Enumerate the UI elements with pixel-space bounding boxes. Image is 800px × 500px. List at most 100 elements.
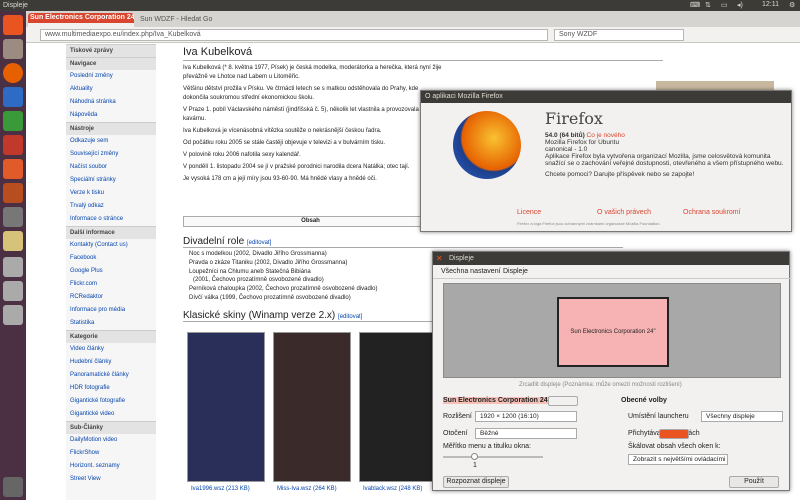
product-name: Firefox	[545, 109, 603, 128]
sidebar-item[interactable]: Speciální stránky	[66, 174, 156, 187]
amazon-icon[interactable]	[3, 183, 23, 203]
edit-link[interactable]: [editovat]	[338, 314, 362, 320]
ubuntu-icon[interactable]	[3, 15, 23, 35]
rights-link[interactable]: O vašich právech	[597, 209, 651, 216]
sidebar-item[interactable]: Informace pro média	[66, 304, 156, 317]
sticky-edges-toggle[interactable]	[659, 429, 689, 439]
tab-iva[interactable]: Sun Electronics Corporation 24"	[28, 13, 134, 27]
sidebar-item[interactable]: Trvalý odkaz	[66, 200, 156, 213]
trash-icon[interactable]	[3, 477, 23, 497]
sidebar-item[interactable]: Související změny	[66, 148, 156, 161]
keyboard-icon[interactable]: ⌨	[690, 1, 700, 9]
list-item: Pravda o zkáze Titaniku (2002, Divadlo J…	[189, 260, 348, 266]
sidebar-item[interactable]: Načíst soubor	[66, 161, 156, 174]
firefox-icon[interactable]	[3, 63, 23, 83]
dialog-title: O aplikaci Mozilla Firefox	[421, 91, 791, 103]
sidebar-item[interactable]: Hudební články	[66, 356, 156, 369]
sidebar-item[interactable]: RCRedaktor	[66, 291, 156, 304]
sidebar-item[interactable]: Panoramatické články	[66, 369, 156, 382]
heading-text: Divadelní role	[183, 236, 245, 247]
sidebar-item[interactable]: HDR fotografie	[66, 382, 156, 395]
sidebar-item[interactable]: Poslední změny	[66, 70, 156, 83]
system-settings-icon[interactable]	[3, 207, 23, 227]
para: Je vysoká 178 cm a její míry jsou 93-60-…	[183, 176, 377, 182]
settings-icon[interactable]: ⚙	[789, 1, 795, 9]
files-icon[interactable]	[3, 39, 23, 59]
network-icon[interactable]: ⇅	[705, 1, 711, 9]
slider-handle[interactable]	[471, 453, 478, 460]
active-app-title: Displeje	[3, 2, 28, 9]
section-heading: Divadelní role [editovat]	[183, 236, 623, 248]
skin-image[interactable]	[273, 332, 351, 482]
url-bar[interactable]: www.multimediaexpo.eu/index.php/Iva_Kube…	[40, 29, 548, 41]
tab-all-settings[interactable]: Všechna nastavení	[441, 268, 501, 275]
sidebar-item[interactable]: Gigantické video	[66, 408, 156, 421]
monitor-name: Sun Electronics Corporation 24"	[443, 397, 551, 404]
writer-icon[interactable]	[3, 87, 23, 107]
sidebar-item[interactable]: Verze k tisku	[66, 187, 156, 200]
sidebar-item[interactable]: Horizont. seznamy	[66, 460, 156, 473]
drive-icon[interactable]	[3, 305, 23, 325]
sidebar-item[interactable]: DailyMotion video	[66, 434, 156, 447]
skin-caption[interactable]: Ivablack.wsz (248 KB)	[363, 486, 422, 492]
sidebar-item[interactable]: Nápověda	[66, 109, 156, 122]
drive-icon[interactable]	[3, 257, 23, 277]
sidebar-item[interactable]: Video články	[66, 343, 156, 356]
mirror-checkbox[interactable]: Zrcadlit displeje (Poznámka: může omezit…	[519, 382, 682, 388]
skin-caption[interactable]: Iva1996.wsz (213 KB)	[191, 486, 250, 492]
clock[interactable]: 12:11	[762, 1, 779, 8]
rotation-select[interactable]: Běžné	[475, 428, 577, 439]
battery-icon[interactable]: ▭	[721, 1, 728, 9]
sidebar-heading: Nástroje	[66, 122, 156, 135]
whats-new-link[interactable]: Co je nového	[587, 132, 625, 139]
sidebar-item[interactable]: Kontakty (Contact us)	[66, 239, 156, 252]
volume-icon[interactable]: ◂)	[737, 1, 743, 9]
toc-box[interactable]: Obsah	[183, 216, 438, 227]
trademark-note: Firefox a loga Firefox jsou ochrannými z…	[517, 221, 661, 226]
apply-button[interactable]: Použít	[729, 476, 779, 488]
drive-icon[interactable]	[3, 281, 23, 301]
sidebar-item[interactable]: Statistika	[66, 317, 156, 330]
close-icon[interactable]: ✕	[436, 254, 443, 263]
skin-image[interactable]	[359, 332, 437, 482]
zoom-select[interactable]: Zobrazit s největšími ovládacími prv	[628, 454, 728, 465]
launcher-select[interactable]: Všechny displeje	[701, 411, 783, 422]
nav-bar: www.multimediaexpo.eu/index.php/Iva_Kube…	[26, 27, 800, 43]
sidebar-item[interactable]: Náhodná stránka	[66, 96, 156, 109]
search-input[interactable]: Sony WZDF	[554, 29, 684, 41]
resolution-select[interactable]: 1920 × 1200 (16:10)	[475, 411, 577, 422]
privacy-link[interactable]: Ochrana soukromí	[683, 209, 741, 216]
firefox-logo-icon	[453, 111, 521, 179]
sidebar-item[interactable]: Odkazuje sem	[66, 135, 156, 148]
calc-icon[interactable]	[3, 111, 23, 131]
impress-icon[interactable]	[3, 135, 23, 155]
edit-link[interactable]: [editovat]	[247, 240, 271, 246]
sidebar-item[interactable]: Aktuality	[66, 83, 156, 96]
monitor-preview[interactable]: Sun Electronics Corporation 24"	[557, 297, 669, 367]
sidebar-item[interactable]: Google Plus	[66, 265, 156, 278]
tab-google[interactable]: Sun WDZF - Hledat Go	[136, 13, 232, 27]
about-firefox-dialog: O aplikaci Mozilla Firefox Firefox 54.0 …	[420, 90, 792, 232]
list-item: (2001, Čechovo prozatímně osvobozené div…	[193, 277, 324, 283]
tab-displays[interactable]: Displeje	[503, 268, 528, 275]
sidebar-item[interactable]: Informace o stránce	[66, 213, 156, 226]
software-center-icon[interactable]	[3, 159, 23, 179]
sidebar-item[interactable]: Gigantické fotografie	[66, 395, 156, 408]
sidebar-item[interactable]: Facebook	[66, 252, 156, 265]
sidebar-item[interactable]: FlickrShow	[66, 447, 156, 460]
para: Většinu dětství prožila v Písku. Ve čtrn…	[183, 86, 419, 101]
scale-slider[interactable]	[443, 456, 543, 458]
sidebar-item[interactable]: Flickr.com	[66, 278, 156, 291]
displays-window: Displeje ✕ Všechna nastavení Displeje Su…	[432, 251, 791, 491]
licence-link[interactable]: Licence	[517, 209, 541, 216]
top-panel: Displeje ⌨ ⇅ ▭ ◂) 12:11 ⚙	[0, 0, 800, 11]
sidebar-item[interactable]: Street View	[66, 473, 156, 486]
para: Iva Kubelková (* 8. května 1977, Písek) …	[183, 65, 442, 80]
detect-displays-button[interactable]: Rozpoznat displeje	[443, 476, 509, 488]
skin-caption[interactable]: Miss-Iva.wsz (264 KB)	[277, 486, 337, 492]
donate-text[interactable]: Chcete pomoci? Darujte příspěvek nebo se…	[545, 171, 785, 178]
monitor-toggle[interactable]	[548, 396, 578, 406]
skin-image[interactable]	[187, 332, 265, 482]
distro-line: Mozilla Firefox for Ubuntu	[545, 139, 620, 146]
displays-icon[interactable]	[3, 231, 23, 251]
